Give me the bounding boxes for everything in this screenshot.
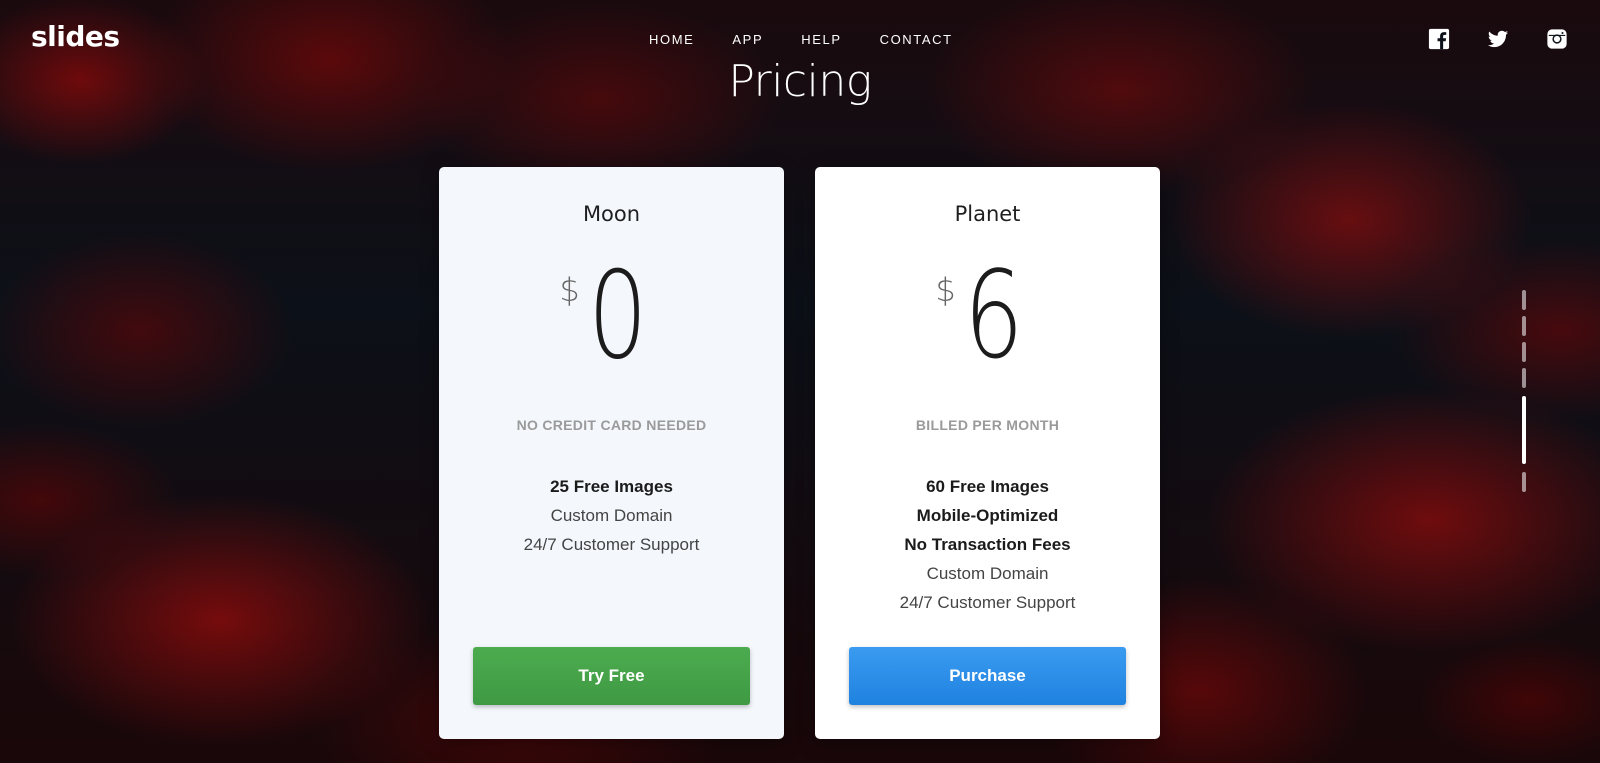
plan-name: Planet — [954, 202, 1021, 226]
twitter-icon[interactable] — [1487, 28, 1509, 50]
logo[interactable]: slides — [31, 20, 120, 53]
pricing-card-planet: Planet $ 6 BILLED PER MONTH 60 Free Imag… — [815, 167, 1160, 739]
feature-item: Custom Domain — [926, 564, 1049, 583]
currency-symbol: $ — [935, 271, 956, 309]
purchase-button[interactable]: Purchase — [849, 647, 1126, 705]
plan-note: NO CREDIT CARD NEEDED — [516, 417, 707, 433]
price-amount: 6 — [963, 247, 1024, 386]
instagram-icon[interactable] — [1546, 28, 1568, 50]
feature-list: 60 Free Images Mobile-Optimized No Trans… — [815, 472, 1160, 617]
social-links — [1428, 28, 1568, 50]
feature-item: 25 Free Images — [550, 477, 673, 496]
plan-name: Moon — [582, 202, 641, 226]
try-free-button[interactable]: Try Free — [473, 647, 750, 705]
feature-item: 60 Free Images — [926, 477, 1049, 496]
page-title: Pricing — [728, 56, 872, 107]
currency-symbol: $ — [559, 271, 580, 309]
pricing-card-moon: Moon $ 0 NO CREDIT CARD NEEDED 25 Free I… — [439, 167, 784, 739]
main-nav: HOME APP HELP CONTACT — [649, 32, 991, 47]
plan-price: $ 0 — [439, 257, 784, 377]
plan-note: BILLED PER MONTH — [915, 417, 1060, 433]
nav-help[interactable]: HELP — [801, 32, 841, 47]
slide-navigation — [1522, 290, 1528, 496]
facebook-icon[interactable] — [1428, 28, 1450, 50]
nav-home[interactable]: HOME — [649, 32, 694, 47]
nav-app[interactable]: APP — [732, 32, 763, 47]
feature-item: 24/7 Customer Support — [523, 535, 700, 554]
slide-dot[interactable] — [1522, 290, 1526, 310]
slide-dot-active[interactable] — [1522, 396, 1526, 464]
feature-item: Custom Domain — [550, 506, 673, 525]
feature-item: No Transaction Fees — [904, 535, 1071, 554]
price-amount: 0 — [587, 247, 648, 386]
slide-dot[interactable] — [1522, 368, 1526, 388]
slide-dot[interactable] — [1522, 472, 1526, 492]
feature-item: Mobile-Optimized — [916, 506, 1059, 525]
slide-dot[interactable] — [1522, 342, 1526, 362]
nav-contact[interactable]: CONTACT — [880, 32, 953, 47]
feature-list: 25 Free Images Custom Domain 24/7 Custom… — [439, 472, 784, 559]
feature-item: 24/7 Customer Support — [899, 593, 1076, 612]
plan-price: $ 6 — [815, 257, 1160, 377]
slide-dot[interactable] — [1522, 316, 1526, 336]
